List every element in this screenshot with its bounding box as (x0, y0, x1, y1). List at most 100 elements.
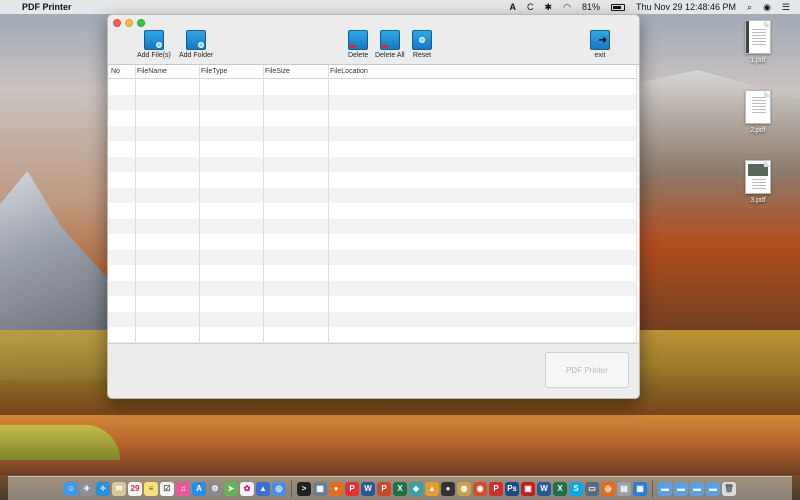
bluetooth-icon[interactable]: ✱ (545, 2, 553, 13)
chrome-icon[interactable]: ◎ (272, 481, 286, 496)
table-row (108, 94, 636, 110)
app-icon[interactable]: P (489, 481, 503, 496)
app-menu-name[interactable]: PDF Printer (22, 2, 72, 12)
excel-doc-icon[interactable]: X (553, 481, 567, 496)
table-scrollbar[interactable] (636, 65, 639, 342)
table-row (108, 234, 636, 250)
powerpoint-icon[interactable]: P (377, 481, 391, 496)
word-doc-icon[interactable]: W (537, 481, 551, 496)
excel-icon[interactable]: X (393, 481, 407, 496)
app-icon[interactable]: ▭ (585, 481, 599, 496)
desktop-file-3[interactable]: 3.pdf (741, 160, 775, 204)
word-icon[interactable]: W (361, 481, 375, 496)
add-folder-icon (186, 30, 207, 50)
desktop-file-1[interactable]: 1.pdf (741, 20, 775, 64)
input-source-indicator[interactable]: C (527, 2, 534, 12)
notification-center-icon[interactable]: ☰ (782, 2, 790, 13)
battery-percent[interactable]: 81% (582, 2, 600, 12)
table-row (108, 110, 636, 126)
exit-button[interactable]: ➜ exit (590, 30, 610, 59)
firefox-icon[interactable]: ● (329, 481, 343, 496)
table-row (108, 141, 636, 157)
finder-icon[interactable]: ☺ (64, 481, 78, 496)
wifi-icon[interactable]: ◠ (563, 2, 571, 13)
table-row (108, 249, 636, 265)
delete-button[interactable]: Delete (348, 30, 368, 59)
desktop-file-label: 2.pdf (750, 127, 766, 134)
safari-icon[interactable]: ✧ (96, 481, 110, 496)
table-row (108, 79, 636, 95)
siri-icon[interactable]: ◉ (763, 2, 771, 13)
browser-icon[interactable]: ◎ (601, 481, 615, 496)
table-row (108, 296, 636, 312)
downloads-folder-icon[interactable]: ▬ (674, 481, 688, 496)
table-row (108, 172, 636, 188)
vlc-icon[interactable]: ▲ (425, 481, 439, 496)
add-files-icon (143, 30, 164, 50)
table-row (108, 156, 636, 172)
wallpaper-shore (0, 425, 120, 460)
table-row (108, 203, 636, 219)
itunes-icon[interactable]: ♫ (176, 481, 190, 496)
table-row (108, 187, 636, 203)
notes-icon[interactable]: ≡ (144, 481, 158, 496)
window-footer: PDF Printer (108, 343, 639, 398)
maps-icon[interactable]: ➤ (224, 481, 238, 496)
delete-label: Delete (348, 52, 369, 59)
terminal-icon[interactable]: > (297, 481, 311, 496)
reminders-icon[interactable]: ☑ (160, 481, 174, 496)
table-row (108, 327, 636, 342)
keynote-icon[interactable]: ▲ (256, 481, 270, 496)
app-icon[interactable]: ● (441, 481, 455, 496)
toolbar: Add File(s) Add Folder Delete Delete All… (108, 15, 639, 64)
column-divider (328, 65, 329, 342)
trash-icon[interactable]: 🗑 (722, 481, 736, 496)
column-header-filename[interactable]: FileName (137, 68, 167, 75)
delete-all-button[interactable]: Delete All (375, 30, 405, 59)
column-header-filetype[interactable]: FileType (201, 68, 227, 75)
delete-all-icon (379, 30, 400, 50)
desktop-file-2[interactable]: 2.pdf (741, 90, 775, 134)
column-divider (199, 65, 200, 342)
adobe-icon[interactable]: A (510, 2, 517, 12)
table-row (108, 265, 636, 281)
applications-folder-icon[interactable]: ▬ (706, 481, 720, 496)
battery-icon[interactable] (610, 3, 625, 11)
utility-icon[interactable]: ◈ (409, 481, 423, 496)
pdf-file-icon (745, 20, 771, 54)
table-row (108, 125, 636, 141)
calendar-icon[interactable]: 29 (128, 481, 142, 496)
reset-button[interactable]: Reset (412, 30, 432, 59)
add-files-button[interactable]: Add File(s) (137, 30, 171, 59)
pdf-printer-window: Add File(s) Add Folder Delete Delete All… (107, 14, 640, 399)
column-header-filelocation[interactable]: FileLocation (330, 68, 368, 75)
skype-icon[interactable]: S (569, 481, 583, 496)
table-row (108, 218, 636, 234)
table-row (108, 280, 636, 296)
app-icon[interactable]: ▤ (617, 481, 631, 496)
column-header-no[interactable]: No (111, 68, 120, 75)
column-header-filesize[interactable]: FileSize (265, 68, 290, 75)
desktop-file-label: 1.pdf (750, 57, 766, 64)
photoshop-icon[interactable]: Ps (505, 481, 519, 496)
pdf-printer-button[interactable]: PDF Printer (545, 352, 629, 388)
app-icon[interactable]: ◉ (473, 481, 487, 496)
image-viewer-icon[interactable]: ▦ (313, 481, 327, 496)
folder-icon[interactable]: ▬ (658, 481, 672, 496)
file-table[interactable]: No FileName FileType FileSize FileLocati… (108, 64, 639, 342)
documents-folder-icon[interactable]: ▬ (690, 481, 704, 496)
mail-icon[interactable]: ✉ (112, 481, 126, 496)
preferences-icon[interactable]: ⚙ (208, 481, 222, 496)
app-icon[interactable]: ◍ (457, 481, 471, 496)
dock-separator (652, 479, 653, 498)
app-icon[interactable]: ▦ (633, 481, 647, 496)
add-folder-button[interactable]: Add Folder (179, 30, 213, 59)
delete-all-label: Delete All (375, 52, 405, 59)
photos-icon[interactable]: ✿ (240, 481, 254, 496)
pdf-app-icon[interactable]: P (345, 481, 359, 496)
launchpad-icon[interactable]: ✈ (80, 481, 94, 496)
app-icon[interactable]: ▣ (521, 481, 535, 496)
menubar-clock[interactable]: Thu Nov 29 12:48:46 PM (636, 2, 736, 12)
app-store-icon[interactable]: A (192, 481, 206, 496)
spotlight-icon[interactable]: ⌕ (747, 2, 752, 13)
